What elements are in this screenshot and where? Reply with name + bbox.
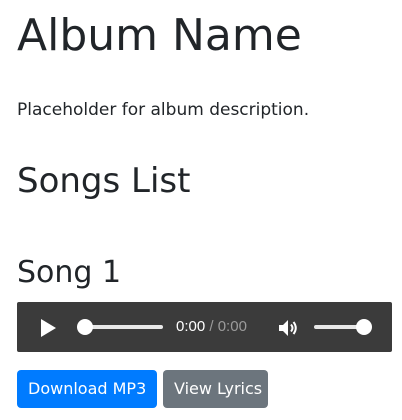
download-mp3-button[interactable]: Download MP3 [17, 370, 157, 408]
duration: 0:00 [217, 318, 247, 335]
album-title: Album Name [17, 10, 302, 61]
play-icon[interactable] [37, 317, 59, 339]
volume-thumb[interactable] [356, 319, 372, 335]
album-description: Placeholder for album description. [17, 100, 310, 120]
time-separator: / [205, 318, 218, 335]
audio-player: 0:00 / 0:00 [17, 302, 392, 352]
volume-icon[interactable] [277, 317, 299, 339]
time-display: 0:00 / 0:00 [176, 318, 247, 336]
progress-slider[interactable] [83, 325, 163, 329]
current-time: 0:00 [176, 318, 206, 335]
songs-list-heading: Songs List [17, 161, 191, 201]
view-lyrics-button[interactable]: View Lyrics [163, 370, 268, 408]
song-title: Song 1 [17, 255, 122, 290]
progress-thumb[interactable] [77, 319, 93, 335]
